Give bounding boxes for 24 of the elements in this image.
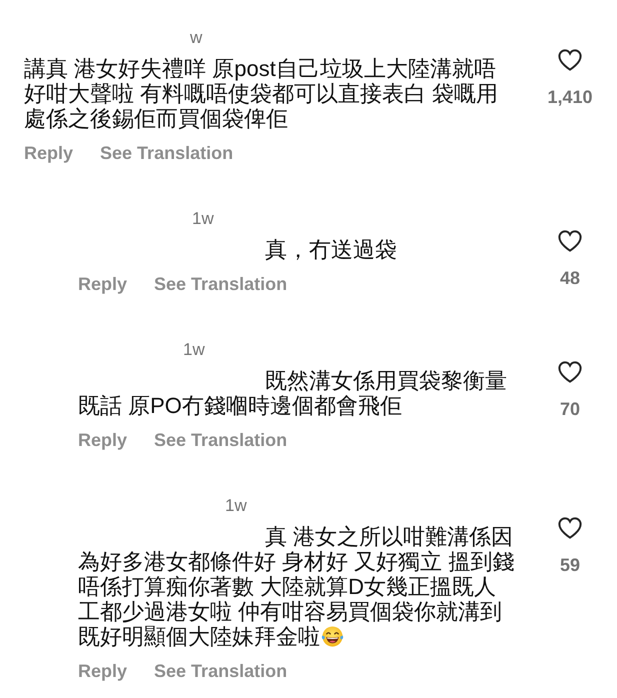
like-count: 59	[560, 554, 580, 576]
comment-time: 1w	[225, 496, 247, 516]
reply-link[interactable]: Reply	[78, 273, 128, 295]
heart-icon[interactable]	[558, 517, 582, 539]
heart-icon[interactable]	[558, 361, 582, 383]
heart-icon[interactable]	[558, 230, 582, 252]
see-translation-link[interactable]: See Translation	[154, 660, 288, 682]
like-count: 48	[560, 267, 580, 289]
see-translation-link[interactable]: See Translation	[154, 429, 288, 451]
like-count: 70	[560, 398, 580, 420]
comment-time: 1w	[192, 209, 214, 229]
like-count: 1,410	[547, 86, 593, 108]
comment-time: w	[190, 28, 202, 48]
comment-text: 講真 港女好失禮咩 原post自己垃圾上大陸溝就唔好咁大聲啦 有料嘅唔使袋都可以直接表白 袋嘅用處係之後錫佢而買個袋俾佢	[24, 56, 498, 131]
comment-time: 1w	[183, 340, 205, 360]
comment-text: 真 港女之所以咁難溝係因為好多港女都條件好 身材好 又好獨立 搵到錢唔係打算痴你著數 大陸就算D女幾正搵既人工都少過港女啦 仲有咁容易買個袋你就溝到既好明顯個大陸妹拜金啦	[78, 524, 514, 649]
see-translation-link[interactable]: See Translation	[154, 273, 288, 295]
reply-link[interactable]: Reply	[78, 660, 128, 682]
comment-text: 既然溝女係用買袋黎衡量既話 原PO冇錢嗰時邊個都會飛佢	[78, 368, 507, 418]
reply-link[interactable]: Reply	[78, 429, 128, 451]
comment-text: 真，冇送過袋	[265, 237, 397, 262]
see-translation-link[interactable]: See Translation	[100, 142, 234, 164]
heart-icon[interactable]	[558, 49, 582, 71]
reply-link[interactable]: Reply	[24, 142, 74, 164]
